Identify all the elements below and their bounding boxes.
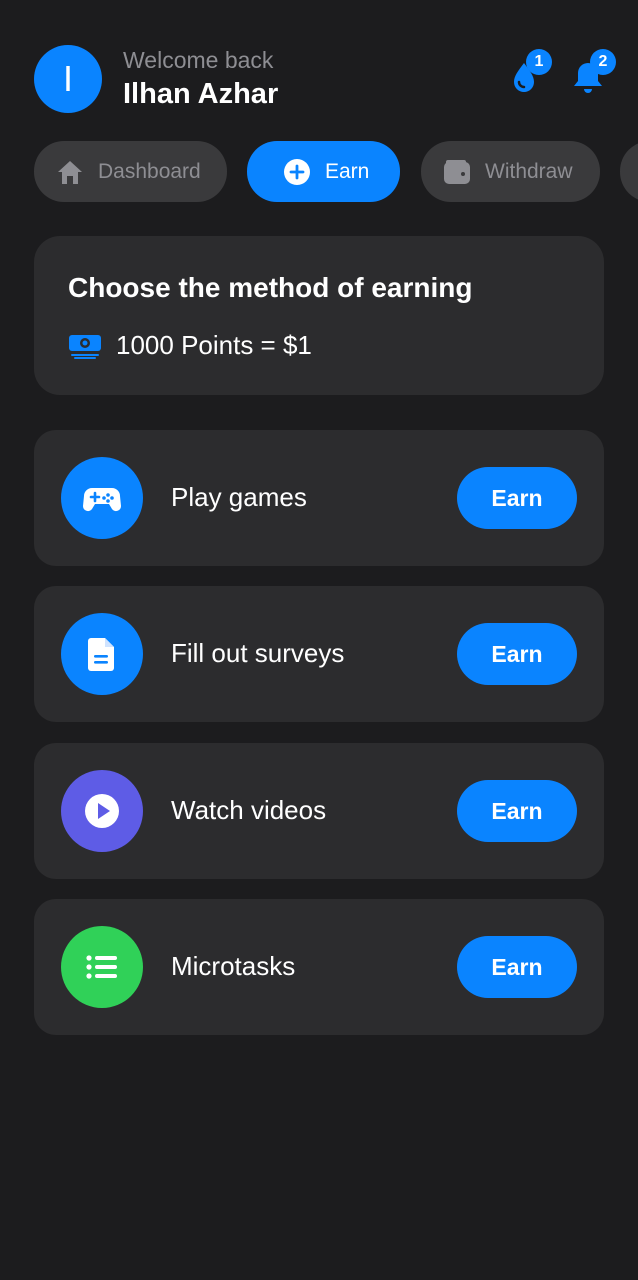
earn-button[interactable]: Earn (457, 467, 577, 529)
drop-badge: 1 (526, 49, 552, 75)
points-rate: 1000 Points = $1 (68, 330, 312, 361)
tab-bar: Dashboard Earn Withdraw (34, 141, 638, 202)
play-icon (61, 770, 143, 852)
home-icon (54, 156, 86, 188)
method-label: Play games (171, 482, 307, 512)
earn-button[interactable]: Earn (457, 623, 577, 685)
tab-dashboard[interactable]: Dashboard (34, 141, 227, 202)
plus-circle-icon (281, 156, 313, 188)
tab-earn[interactable]: Earn (247, 141, 400, 202)
points-rate-text: 1000 Points = $1 (116, 330, 312, 360)
document-icon (61, 613, 143, 695)
method-label: Microtasks (171, 951, 296, 981)
notifications-badge: 2 (590, 49, 616, 75)
avatar[interactable]: I (34, 45, 102, 113)
notifications-button[interactable]: 2 (568, 49, 616, 97)
list-icon (61, 926, 143, 1008)
user-name: Ilhan Azhar (123, 78, 279, 110)
gamepad-icon (61, 457, 143, 539)
earn-button[interactable]: Earn (457, 936, 577, 998)
header: I Welcome back Ilhan Azhar 1 2 (34, 45, 616, 115)
tab-withdraw[interactable]: Withdraw (421, 141, 600, 202)
earn-button[interactable]: Earn (457, 780, 577, 842)
welcome-text: Welcome back (123, 47, 274, 73)
tab-dashboard-label: Dashboard (98, 159, 201, 183)
info-title: Choose the method of earning (68, 272, 473, 303)
method-label: Fill out surveys (171, 638, 345, 668)
money-icon (69, 334, 101, 359)
drop-button[interactable]: 1 (504, 49, 552, 97)
method-label: Watch videos (171, 795, 327, 825)
tab-withdraw-label: Withdraw (485, 159, 573, 183)
method-card-play-games[interactable]: Play games Earn (34, 430, 604, 566)
method-card-videos[interactable]: Watch videos Earn (34, 743, 604, 879)
info-card: Choose the method of earning 1000 Points… (34, 236, 604, 395)
tab-more[interactable] (620, 141, 638, 202)
tab-earn-label: Earn (325, 159, 370, 183)
method-card-surveys[interactable]: Fill out surveys Earn (34, 586, 604, 722)
method-card-microtasks[interactable]: Microtasks Earn (34, 899, 604, 1035)
wallet-icon (441, 156, 473, 188)
